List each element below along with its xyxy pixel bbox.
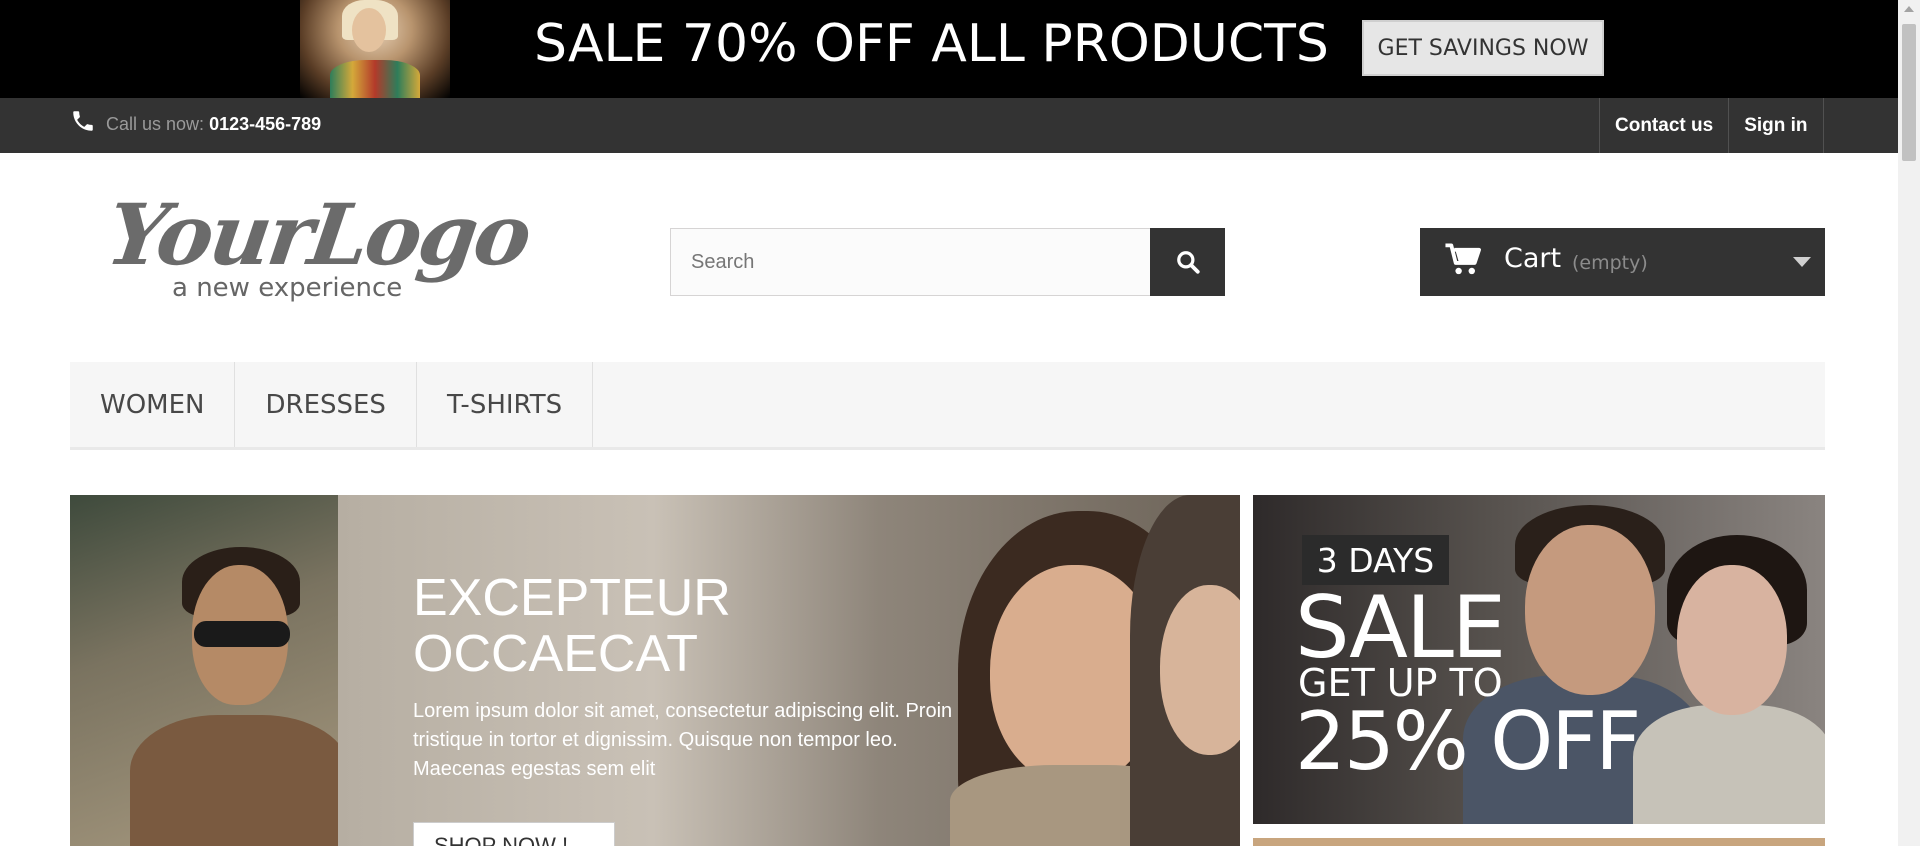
page-scrollbar[interactable] (1898, 0, 1920, 846)
header-links: Contact us Sign in (1599, 98, 1824, 153)
promo-headline: SALE 70% OFF ALL PRODUCTS (534, 14, 1329, 74)
contact-us-link[interactable]: Contact us (1600, 98, 1730, 153)
hero-side-image (70, 495, 350, 846)
logo-tagline: a new experience (172, 273, 403, 303)
search-form (670, 228, 1225, 296)
hero-title: EXCEPTEUR OCCAECAT (413, 570, 731, 682)
page: SALE 70% OFF ALL PRODUCTS GET SAVINGS NO… (0, 0, 1920, 846)
logo-wordmark: YourLogo (101, 185, 535, 284)
shop-now-button[interactable]: SHOP NOW ! (413, 822, 615, 846)
phone-icon (73, 111, 93, 131)
menu-item-women[interactable]: WOMEN (70, 362, 236, 447)
search-icon (1176, 251, 1200, 274)
scroll-up-arrow-icon[interactable] (1904, 6, 1914, 12)
promo-banner[interactable]: SALE 70% OFF ALL PRODUCTS GET SAVINGS NO… (0, 0, 1898, 98)
sign-in-link[interactable]: Sign in (1729, 98, 1824, 153)
promo-model-image (300, 0, 450, 98)
sale-heading: SALE (1295, 578, 1506, 678)
main-menu: WOMEN DRESSES T-SHIRTS (70, 362, 1825, 450)
cart-label: Cart (1504, 243, 1562, 274)
hero-title-line1: EXCEPTEUR (413, 569, 731, 627)
call-us-text: Call us now: 0123-456-789 (106, 114, 321, 135)
cart-status: (empty) (1572, 252, 1648, 274)
hero-description: Lorem ipsum dolor sit amet, consectetur … (413, 700, 953, 780)
sale-discount: 25% OFF (1295, 695, 1641, 788)
site-logo[interactable]: YourLogo a new experience (101, 185, 538, 315)
menu-item-dresses[interactable]: DRESSES (235, 362, 417, 447)
chevron-down-icon (1793, 257, 1811, 267)
search-input[interactable] (670, 228, 1150, 296)
cart-button[interactable]: Cart (empty) (1420, 228, 1825, 296)
secondary-banner[interactable] (1253, 838, 1825, 846)
cart-icon (1445, 243, 1481, 275)
sale-banner[interactable]: 3 DAYS SALE GET UP TO 25% OFF (1253, 495, 1825, 824)
get-savings-button[interactable]: GET SAVINGS NOW (1362, 20, 1604, 76)
search-button[interactable] (1150, 228, 1225, 296)
scroll-thumb[interactable] (1902, 24, 1916, 161)
menu-item-t-shirts[interactable]: T-SHIRTS (417, 362, 594, 447)
call-us-label: Call us now: (106, 114, 205, 134)
hero-title-line2: OCCAECAT (413, 625, 699, 683)
phone-number: 0123-456-789 (209, 114, 322, 134)
